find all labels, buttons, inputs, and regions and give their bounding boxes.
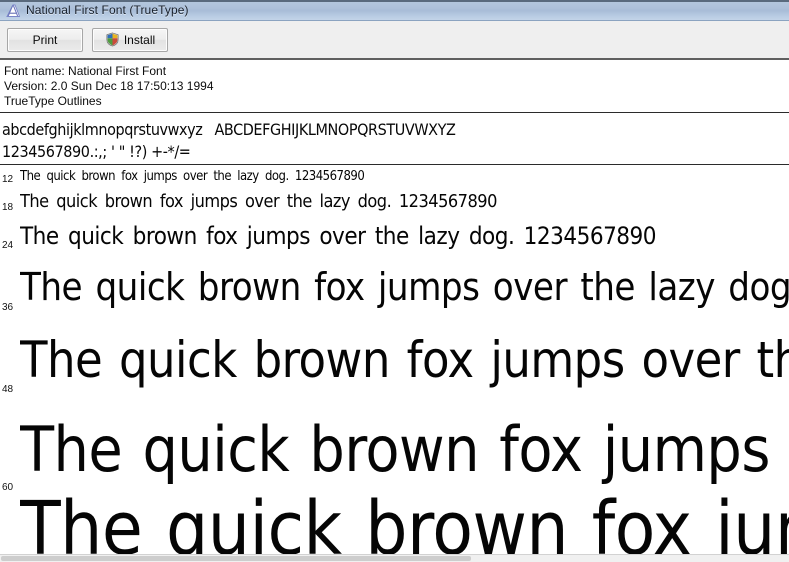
sample-row: 48 The quick brown fox jumps over the la… bbox=[0, 315, 789, 397]
sample-size-label: 48 bbox=[2, 384, 14, 395]
sample-size-label: 12 bbox=[2, 174, 14, 185]
window-title: National First Font (TrueType) bbox=[26, 3, 189, 17]
horizontal-scrollbar[interactable] bbox=[0, 554, 789, 562]
uac-shield-icon bbox=[105, 32, 120, 47]
sample-size-label: 24 bbox=[2, 240, 14, 251]
print-button-label: Print bbox=[32, 32, 58, 47]
sample-rows: 12 The quick brown fox jumps over the la… bbox=[0, 165, 789, 562]
sample-row: 12 The quick brown fox jumps over the la… bbox=[0, 165, 789, 187]
font-file-icon bbox=[5, 3, 21, 19]
sample-text: The quick brown fox jumps over the lazy … bbox=[20, 331, 789, 389]
sample-text: The quick brown fox jumps over the lazy … bbox=[20, 265, 789, 309]
toolbar: Print Install bbox=[0, 21, 789, 60]
horizontal-scrollbar-thumb[interactable] bbox=[1, 556, 471, 561]
sample-row: 60 The quick brown fox jumps over the la… bbox=[0, 397, 789, 495]
sample-size-label: 18 bbox=[2, 202, 14, 213]
sample-text: The quick brown fox jumps over the lazy … bbox=[20, 191, 497, 212]
font-outlines-line: TrueType Outlines bbox=[4, 94, 102, 108]
font-info-block: Font name: National First Font Version: … bbox=[0, 60, 789, 113]
sample-row: 24 The quick brown fox jumps over the la… bbox=[0, 215, 789, 253]
install-button-label: Install bbox=[123, 32, 156, 47]
sample-row: 36 The quick brown fox jumps over the la… bbox=[0, 253, 789, 315]
alphabet-digits-line: 1234567890.:,; ' " !?) +-*/= bbox=[2, 142, 191, 161]
alphabet-case-line: abcdefghijklmnopqrstuvwxyz ABCDEFGHIJKLMN… bbox=[2, 119, 789, 141]
sample-size-label: 36 bbox=[2, 302, 14, 313]
font-version-line: Version: 2.0 Sun Dec 18 17:50:13 1994 bbox=[4, 79, 214, 93]
title-bar: National First Font (TrueType) bbox=[0, 0, 789, 21]
print-button[interactable]: Print bbox=[7, 27, 83, 52]
sample-text: The quick brown fox jumps over the lazy … bbox=[20, 495, 789, 562]
alphabet-lowercase: abcdefghijklmnopqrstuvwxyz bbox=[2, 120, 203, 139]
alphabet-uppercase: ABCDEFGHIJKLMNOPQRSTUVWXYZ bbox=[214, 120, 456, 139]
sample-size-label: 60 bbox=[2, 482, 14, 493]
sample-row: 72 The quick brown fox jumps over the la… bbox=[0, 495, 789, 562]
alphabet-sample-block: abcdefghijklmnopqrstuvwxyz ABCDEFGHIJKLMN… bbox=[0, 113, 789, 165]
install-button[interactable]: Install bbox=[92, 27, 168, 52]
sample-text: The quick brown fox jumps over the lazy … bbox=[20, 169, 365, 184]
sample-text: The quick brown fox jumps over the lazy … bbox=[20, 222, 657, 250]
sample-row: 18 The quick brown fox jumps over the la… bbox=[0, 187, 789, 215]
font-name-line: Font name: National First Font bbox=[4, 64, 167, 78]
font-preview-window: National First Font (TrueType) Print Ins… bbox=[0, 0, 789, 562]
sample-text: The quick brown fox jumps over the lazy … bbox=[20, 413, 789, 486]
